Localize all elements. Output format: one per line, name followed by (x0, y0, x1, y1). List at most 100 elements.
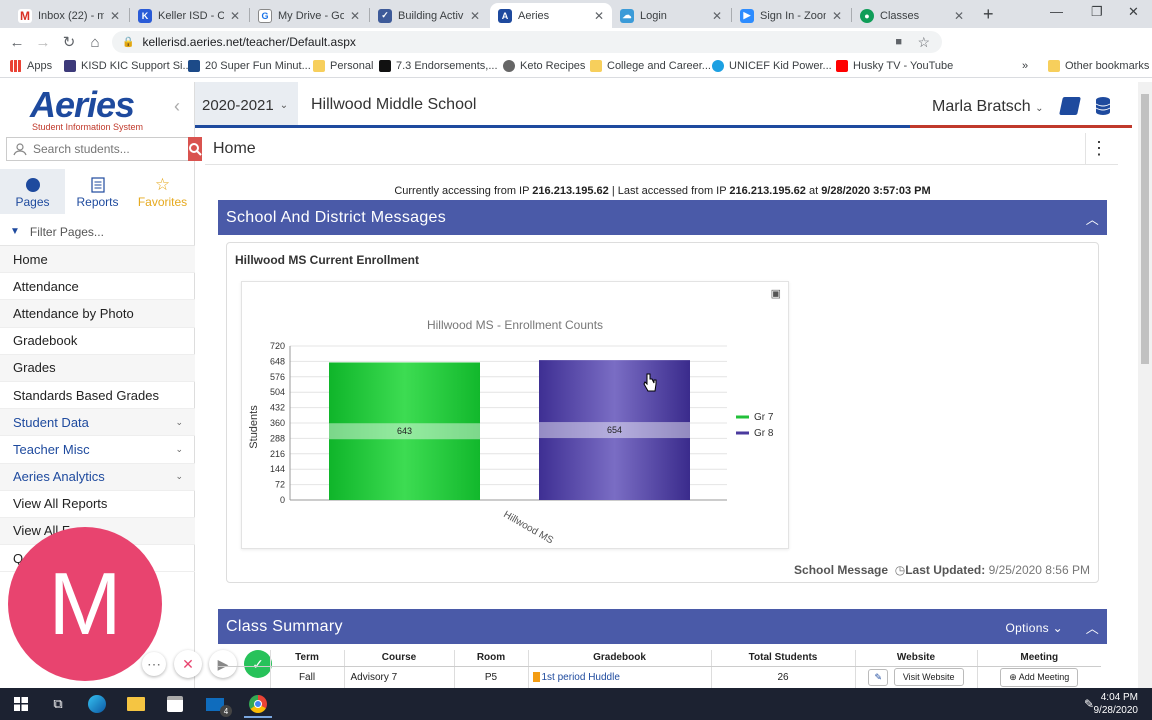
options-dropdown[interactable]: Options ⌄ (1006, 621, 1063, 635)
sidebar-item-teacher-misc[interactable]: Teacher Misc ⌄ (0, 436, 195, 464)
bookmark-keto[interactable]: Keto Recipes (503, 60, 585, 72)
sidebar-item-grades[interactable]: Grades (0, 354, 195, 382)
school-year-selector[interactable]: 2020-2021 ⌄ (195, 82, 298, 128)
chart-y-axis-label: Students (248, 405, 260, 449)
minimize-button[interactable]: — (1050, 4, 1063, 19)
legend-label: Gr 7 (754, 412, 774, 423)
add-meeting-button[interactable]: ⊕ Add Meeting (1000, 667, 1079, 687)
messages-section-header[interactable]: School And District Messages ︿ (218, 200, 1107, 235)
sidebar-item-aeries-analytics[interactable]: Aeries Analytics ⌄ (0, 463, 195, 491)
browser-tab-classes[interactable]: ● Classes ✕ (852, 3, 972, 28)
bookmark-personal[interactable]: Personal (313, 60, 373, 72)
scrollbar-thumb[interactable] (1141, 94, 1149, 364)
browser-toolbar: ← → ↻ ⌂ 🔒 kellerisd.aeries.net/teacher/D… (0, 28, 1152, 77)
browser-tab-calendar[interactable]: K Keller ISD - Cale✕ (130, 3, 248, 28)
sidebar-item-attendance-by-photo[interactable]: Attendance by Photo (0, 300, 195, 328)
aeries-logo[interactable]: Aeries Student Information System (30, 86, 143, 133)
message-card: Hillwood MS Current Enrollment ▣ Hillwoo… (226, 242, 1099, 583)
bookmark-apps[interactable]: Apps (10, 60, 52, 72)
browser-tab-drive[interactable]: G My Drive - Goo✕ (250, 3, 368, 28)
close-tab-icon[interactable]: ✕ (954, 9, 964, 23)
search-students-input[interactable] (7, 142, 188, 156)
close-tab-icon[interactable]: ✕ (230, 9, 240, 23)
bookmark-unicef[interactable]: UNICEF Kid Power... (712, 60, 832, 72)
filter-pages[interactable]: ▼ Filter Pages... (0, 218, 195, 246)
chart-title: Hillwood MS - Enrollment Counts (427, 318, 603, 332)
close-tab-icon[interactable]: ✕ (832, 9, 842, 23)
sidebar-item-home[interactable]: Home (0, 246, 195, 274)
close-tab-icon[interactable]: ✕ (594, 9, 604, 23)
column-header: Term (270, 650, 345, 667)
new-tab-button[interactable]: + (983, 4, 994, 25)
page-scrollbar[interactable] (1138, 82, 1152, 688)
sidebar-item-attendance[interactable]: Attendance (0, 273, 195, 301)
collapse-sidebar-icon[interactable]: ‹ (174, 96, 180, 117)
close-window-button[interactable]: ✕ (1128, 4, 1139, 20)
kebab-menu-icon[interactable]: ⋮ (1090, 138, 1108, 159)
class-summary-header[interactable]: Class Summary Options ⌄ ︿ (218, 609, 1107, 644)
close-tab-icon[interactable]: ✕ (470, 9, 480, 23)
close-tab-icon[interactable]: ✕ (110, 9, 120, 23)
sidebar-item-view-all-reports[interactable]: View All Reports (0, 491, 195, 518)
store-icon[interactable] (164, 694, 186, 714)
browser-tab-gmail[interactable]: M Inbox (22) - mar✕ (10, 3, 128, 28)
export-image-icon[interactable]: ▣ (771, 287, 781, 300)
browser-tab-zoom[interactable]: ▶ Sign In - Zoom ✕ (732, 3, 850, 28)
bookmark-kisd[interactable]: KISD KIC Support Si... (64, 60, 192, 72)
bookmark-husky-tv[interactable]: Husky TV - YouTube (836, 60, 953, 72)
reload-icon[interactable]: ↻ (56, 33, 82, 51)
close-tab-icon[interactable]: ✕ (712, 9, 722, 23)
taskbar-clock[interactable]: 4:04 PM 9/28/2020 (1094, 691, 1139, 717)
task-view-icon[interactable]: ⧉ (47, 694, 69, 714)
app-header: 2020-2021 ⌄ Hillwood Middle School Marla… (195, 82, 1135, 128)
chevron-up-icon[interactable]: ︿ (1086, 209, 1099, 228)
windows-start-icon[interactable] (10, 694, 32, 714)
drive-icon: G (258, 8, 272, 23)
table-row: Fall Advisory 7 P5 1st period Huddle 26 … (218, 666, 1101, 688)
browser-tab-aeries[interactable]: A Aeries ✕ (490, 3, 612, 28)
chart-category-label: Hillwood MS (501, 509, 555, 546)
file-explorer-icon[interactable] (125, 694, 147, 714)
book-icon[interactable] (1059, 97, 1081, 115)
chrome-icon[interactable] (244, 692, 272, 718)
edge-icon[interactable] (86, 694, 108, 714)
camera-icon[interactable]: ■ (895, 36, 902, 48)
bookmark-college[interactable]: College and Career... (590, 60, 711, 72)
user-menu[interactable]: Marla Bratsch ⌄ (932, 98, 1044, 116)
search-button[interactable] (188, 137, 202, 161)
column-header: Meeting (977, 650, 1101, 667)
edit-website-button[interactable]: ✎ (868, 669, 889, 687)
back-arrow-icon[interactable]: ← (4, 34, 30, 51)
home-icon[interactable]: ⌂ (82, 34, 108, 51)
tab-favorites[interactable]: ☆ Favorites (130, 169, 195, 214)
column-header: Room (454, 650, 529, 667)
y-tick-label: 576 (270, 372, 285, 382)
database-icon[interactable] (1094, 96, 1112, 116)
bookmark-endorsements[interactable]: 7.3 Endorsements,... (379, 60, 498, 72)
bookmark-20-fun[interactable]: 20 Super Fun Minut... (188, 60, 311, 72)
close-icon[interactable]: ✕ (174, 650, 202, 678)
gradebook-link[interactable]: 1st period Huddle (528, 666, 712, 688)
sidebar-item-standards-based-grades[interactable]: Standards Based Grades (0, 382, 195, 410)
star-icon[interactable]: ☆ (917, 34, 930, 51)
sidebar-item-gradebook[interactable]: Gradebook (0, 328, 195, 355)
address-bar[interactable]: 🔒 kellerisd.aeries.net/teacher/Default.a… (112, 31, 942, 53)
youtube-icon (836, 60, 848, 72)
sidebar-item-student-data[interactable]: Student Data ⌄ (0, 409, 195, 437)
user-avatar-overlay[interactable]: M (8, 527, 162, 681)
y-tick-label: 72 (275, 480, 285, 490)
chevron-up-icon[interactable]: ︿ (1086, 618, 1099, 637)
tab-pages[interactable]: Pages (0, 169, 65, 214)
browser-tab-login[interactable]: ☁ Login ✕ (612, 3, 730, 28)
bookmark-other[interactable]: Other bookmarks (1048, 60, 1149, 72)
bookmarks-overflow[interactable]: » (1022, 60, 1028, 72)
mail-icon[interactable]: 4 (204, 694, 232, 717)
page-title: Home (213, 140, 256, 157)
more-options-icon[interactable]: ⋯ (142, 652, 166, 676)
maximize-button[interactable]: ❐ (1091, 4, 1103, 20)
browser-tab-building-activity[interactable]: ✓ Building Activity✕ (370, 3, 488, 28)
visit-website-button[interactable]: Visit Website (893, 668, 964, 687)
tab-reports[interactable]: Reports (65, 169, 130, 214)
forward-arrow-icon[interactable]: → (30, 34, 56, 51)
close-tab-icon[interactable]: ✕ (350, 9, 360, 23)
